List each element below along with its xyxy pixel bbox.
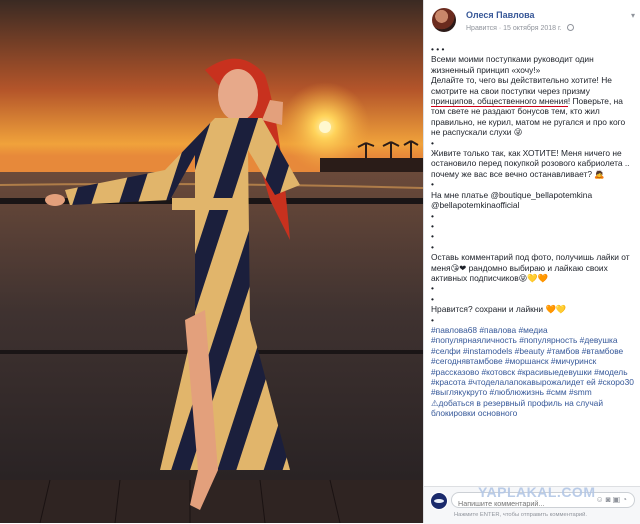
emoji-icon[interactable]: ☺: [596, 495, 606, 504]
author-name[interactable]: Олеся Павлова: [466, 10, 535, 20]
like-link[interactable]: Нравится: [466, 25, 497, 32]
post-paragraph: Живите только так, как ХОТИТЕ! Меня ниче…: [431, 148, 632, 179]
comment-hint: Нажмите ENTER, чтобы отправить комментар…: [454, 512, 588, 518]
chevron-down-icon[interactable]: ▾: [631, 11, 635, 20]
hashtags[interactable]: #павлова68 #павлова #медиа #популярнаяли…: [431, 325, 635, 419]
sticker-icon[interactable]: ◔: [622, 495, 629, 504]
post-paragraph: Нравится? сохрани и лайкни 🧡💛: [431, 304, 567, 315]
post-header: Олеся Павлова Нравится · 15 октября 2018…: [432, 8, 637, 38]
photo-image: [0, 0, 423, 523]
post-paragraph: • • •: [431, 44, 445, 54]
post-paragraph: • • • •: [431, 210, 434, 252]
post-paragraph: •: [431, 314, 434, 325]
user-avatar: [430, 492, 448, 510]
globe-icon: [566, 24, 574, 31]
post-paragraph: Оставь комментарий под фото, получишь ла…: [431, 252, 632, 283]
avatar[interactable]: [432, 8, 456, 32]
post-photo[interactable]: [0, 0, 423, 523]
post-meta: Нравится · 15 октября 2018 г.: [466, 24, 574, 32]
post-text: • • • Всеми моими поступками руководит о…: [431, 44, 635, 486]
post-paragraph: • •: [431, 283, 434, 304]
post-paragraph: •: [431, 137, 434, 148]
underlined-phrase: принципов, общественного мнения: [431, 96, 568, 108]
gif-icon[interactable]: ▣: [613, 495, 623, 504]
watermark: YAPLAKAL.COM: [478, 484, 596, 500]
post-paragraph: На мне платье @boutique_bellapotemkina @…: [431, 189, 595, 211]
post-sidebar: Олеся Павлова Нравится · 15 октября 2018…: [423, 0, 640, 524]
post-date[interactable]: 15 октября 2018 г.: [503, 25, 561, 32]
comment-tools: ☺◙▣◔: [596, 495, 629, 504]
post-paragraph: Делайте то, чего вы действительно хотите…: [431, 75, 628, 138]
post-paragraph: •: [431, 179, 434, 190]
camera-icon[interactable]: ◙: [606, 495, 613, 504]
post-paragraph: Всеми моими поступками руководит один жи…: [431, 54, 597, 75]
